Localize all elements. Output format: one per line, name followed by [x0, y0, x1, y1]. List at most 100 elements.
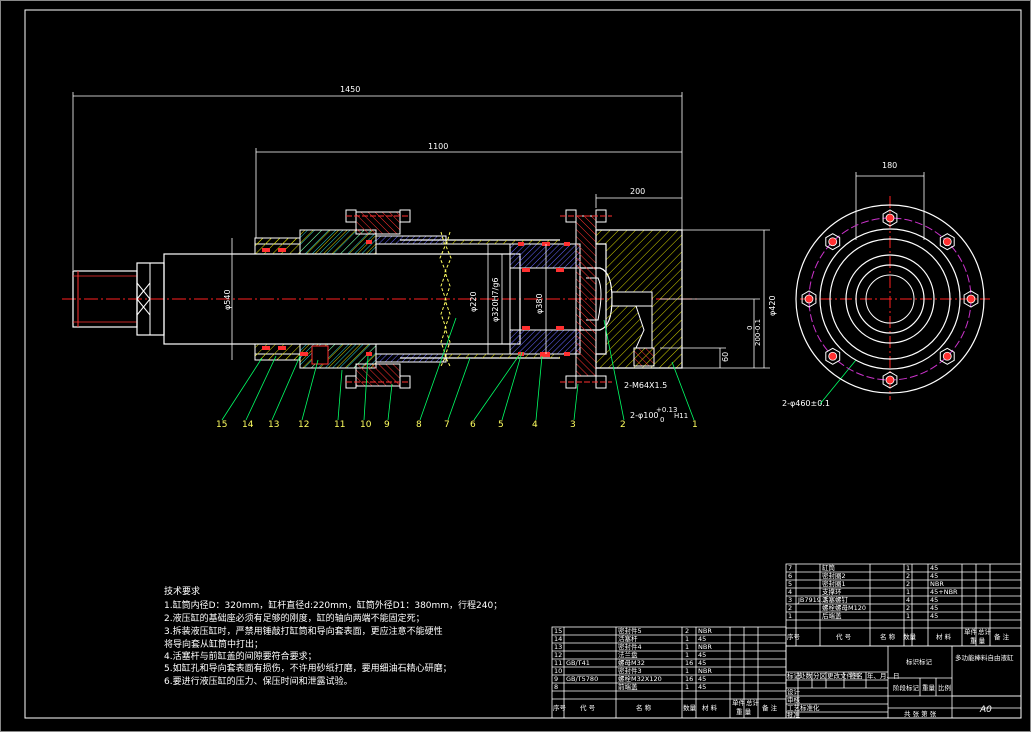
- role-standard: 标准化: [800, 703, 820, 712]
- tech-line: 1.缸筒内径D：320mm，缸杆直径d:220mm，缸筒外径D1：380mm，行…: [164, 599, 502, 611]
- bom-cell-mat: 45: [698, 659, 706, 667]
- dim-end-diameter: φ540: [223, 289, 232, 310]
- bolt-hole: [942, 351, 952, 361]
- bom-cell-qty: 1: [906, 612, 910, 620]
- bom-cell-qty: 2: [906, 604, 910, 612]
- bom-cell-mat: 45: [930, 596, 938, 604]
- bom-cell-qty: 2: [685, 627, 689, 635]
- dim-hole-spec: 2-φ100: [630, 411, 659, 420]
- bom-lower: 15 密封件5 2 NBR14 活塞杆 1 4513 密封件4 1 NBR12 法兰盘 1 4511 GB…: [551, 626, 787, 719]
- bom-cell-name: 缸筒: [822, 563, 836, 572]
- bom-cell-no: 5: [788, 580, 792, 588]
- bom-cell-name: 螺母M32: [618, 658, 645, 667]
- end-view: [795, 172, 990, 400]
- bom-header-qty: 数量: [903, 632, 917, 641]
- rev-col-date: 年、月、日: [867, 671, 900, 680]
- bom-cell-no: 4: [788, 588, 792, 596]
- role-design: 设计: [787, 687, 801, 696]
- bom-cell-name: 活塞螺钉: [822, 595, 849, 604]
- dim-head-length: 200: [630, 187, 645, 196]
- dim-hole-fit: H11: [674, 412, 688, 420]
- bom-cell-name: 活塞杆: [618, 634, 638, 643]
- bom-cell-no: 6: [788, 572, 792, 580]
- bolt-hole: [885, 213, 895, 223]
- tech-line: 5.如缸孔和导向套表面有损伤，不许用砂纸打磨，要用细油石精心研磨；: [164, 662, 452, 674]
- stage-mark: 阶段标记: [893, 683, 920, 692]
- dim-thread-spec: 2-M64X1.5: [624, 381, 667, 390]
- bom-header-w1: 单件: [964, 627, 978, 636]
- bom-cell-mat: 45: [930, 564, 938, 572]
- dim-stroke-length: 1100: [428, 142, 448, 151]
- bom-cell-mat: NBR: [698, 627, 712, 635]
- bom-cell-qty: 1: [685, 667, 689, 675]
- bom-cell-name: 支撑环: [822, 587, 842, 596]
- bom-cell-qty: 1: [685, 635, 689, 643]
- drawing-title: 多功能棒料自由液缸: [955, 653, 1014, 662]
- dim-end-width: 180: [882, 161, 897, 170]
- bom-cell-mat: 45: [930, 612, 938, 620]
- callout-4: 4: [532, 420, 538, 430]
- role-approve: 批准: [787, 710, 801, 719]
- bom-cell-mat: NBR: [698, 643, 712, 651]
- bom-cell-name: 螺栓M32X120: [618, 674, 662, 683]
- bom-cell-qty: 2: [906, 572, 910, 580]
- bom-cell-no: 9: [554, 675, 558, 683]
- dim-port-offset: 60: [721, 352, 730, 362]
- tech-line: 3.拆装液压缸时，严禁用锤敲打缸筒和导向套表面，更应注意不能硬性: [164, 625, 443, 637]
- bom-upper: 7 缸筒 1 456 密封圈2 2 455 密封圈1 2 NBR4 支撑环 1 45+NBR3 JB791…: [785, 563, 1022, 647]
- dim-piston-diameter: φ380: [535, 293, 544, 314]
- bom-cell-code: GB/T5780: [566, 675, 598, 683]
- bom-header-no: 序号: [553, 703, 567, 712]
- bom-cell-no: 10: [554, 667, 562, 675]
- section-view: [62, 209, 700, 389]
- bom-header-w2: 总计: [746, 698, 760, 707]
- sheet-size: A0: [979, 705, 992, 715]
- bom-cell-mat: 45: [698, 683, 706, 691]
- bom-cell-no: 15: [554, 627, 562, 635]
- bom-cell-no: 7: [788, 564, 792, 572]
- callout-numbers: 15 14 13 12 11 10 9 8 7 6 5 4 3 2 1: [216, 420, 698, 430]
- bom-cell-code: GB/T41: [566, 659, 590, 667]
- bolt-hole: [966, 294, 976, 304]
- callout-7: 7: [444, 420, 450, 430]
- tech-line: 2.液压缸的基础座必须有足够的刚度，缸的轴向两端不能固定死；: [164, 612, 425, 624]
- bom-header-no: 序号: [787, 632, 801, 641]
- outer-frame: [0, 0, 1031, 732]
- dim-flange-diameter: φ420: [768, 295, 777, 316]
- tech-line: 6.要进行液压缸的压力、保压时间和泄露试验。: [164, 675, 353, 687]
- tech-line: 4.活塞杆与前缸盖的间隙要符合要求；: [164, 650, 317, 662]
- bom-cell-name: 后端盖: [822, 611, 842, 620]
- bom-cell-mat: 45+NBR: [930, 588, 958, 596]
- technical-requirements: 技术要求 1.缸筒内径D：320mm，缸杆直径d:220mm，缸筒外径D1：38…: [164, 585, 502, 687]
- callout-9: 9: [384, 420, 390, 430]
- bolt-hole: [804, 294, 814, 304]
- bom-cell-no: 14: [554, 635, 562, 643]
- bom-cell-no: 3: [788, 596, 792, 604]
- bom-cell-no: 1: [788, 612, 792, 620]
- dim-overall-length: 1450: [340, 85, 360, 94]
- callout-12: 12: [298, 420, 309, 430]
- callout-3: 3: [570, 420, 576, 430]
- bom-cell-qty: 16: [685, 659, 693, 667]
- bom-cell-qty: 1: [685, 643, 689, 651]
- bom-cell-mat: 45: [698, 675, 706, 683]
- dim-tol-upper: 0: [746, 326, 754, 330]
- bolt-hole: [942, 237, 952, 247]
- bom-header-w3: 重 量: [736, 708, 752, 716]
- rev-col-count: 处数: [799, 671, 813, 680]
- tech-line: 将导向套从缸筒中打出；: [164, 638, 263, 650]
- callout-2: 2: [620, 420, 626, 430]
- bom-cell-mat: 45: [930, 572, 938, 580]
- callout-6: 6: [470, 420, 476, 430]
- dim-hole-tol-b: 0: [660, 416, 664, 424]
- bom-cell-name: 密封圈2: [822, 571, 846, 580]
- bom-cell-mat: NBR: [930, 580, 944, 588]
- bom-cell-qty: 1: [685, 683, 689, 691]
- bom-cell-mat: 45: [698, 651, 706, 659]
- bom-header-code: 代 号: [836, 632, 852, 641]
- bolt-hole: [885, 375, 895, 385]
- sheet-count: 共 张 第 张: [904, 709, 937, 718]
- bom-cell-qty: 1: [685, 651, 689, 659]
- bom-header-w2: 总计: [978, 627, 992, 636]
- bom-header-name: 名 称: [636, 703, 652, 712]
